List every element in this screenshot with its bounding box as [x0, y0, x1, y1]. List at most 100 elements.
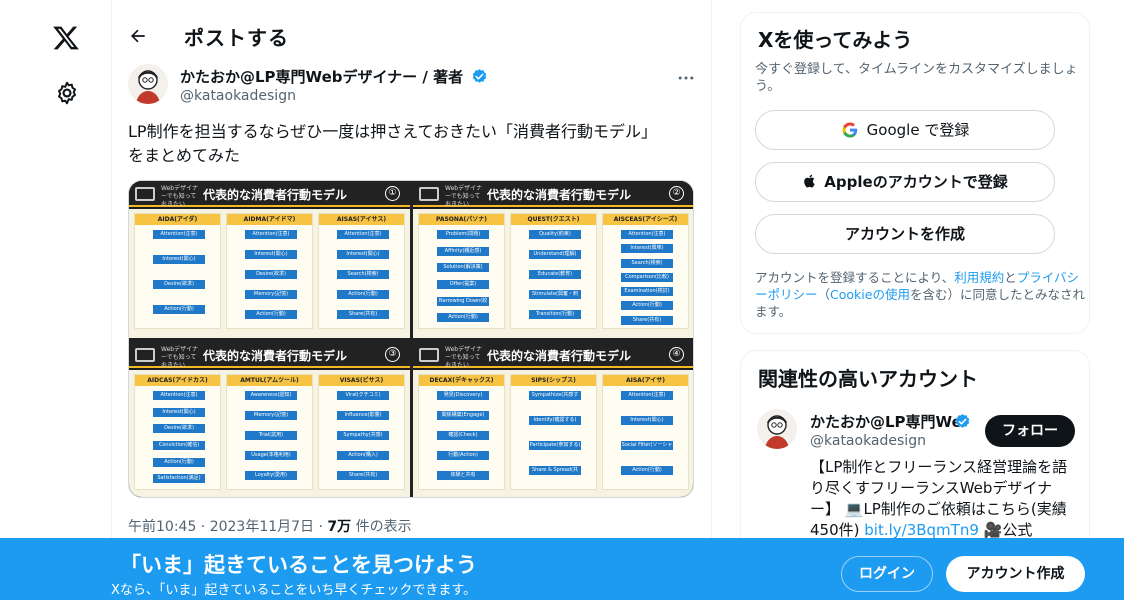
author-avatar[interactable]: [128, 64, 168, 104]
model-column: PASONA(パソナ) Problem(問題) Affinity(親近感) Solut…: [418, 213, 505, 329]
page-header: ポストする: [112, 0, 712, 72]
post-views-count: 7万: [327, 519, 352, 535]
apple-signup-button[interactable]: Appleのアカウントで登録: [755, 162, 1055, 202]
related-account-avatar[interactable]: [757, 409, 797, 449]
panel-body: DECAX(デキャックス) 発見(Discovery) 関係構築(Engage) 確認…: [413, 370, 693, 497]
model-step: Memory(記憶): [245, 411, 297, 420]
banner-subline: Xなら、「いま」起きていることをいち早くチェックできます。: [111, 583, 477, 598]
media-image-panel[interactable]: Webデザイナーでも知っておきたい 代表的な消費者行動モデル ④ DECAX(デキャッ…: [413, 342, 693, 497]
panel-title: 代表的な消費者行動モデル: [487, 349, 632, 363]
panel-header: Webデザイナーでも知っておきたい 代表的な消費者行動モデル ④: [413, 342, 693, 369]
model-step: Participate(参加する): [529, 441, 581, 450]
banner-headline: 「いま」起きていることを見つけよう: [120, 553, 477, 577]
google-signup-button[interactable]: Google で登録: [755, 110, 1055, 150]
panel-body: AIDCAS(アイドカス) Attention(注意) Interest(関心) De…: [129, 370, 410, 497]
author-name[interactable]: かたおか@LP専門Webデザイナー / 著者: [180, 66, 488, 87]
model-column: DECAX(デキャックス) 発見(Discovery) 関係構築(Engage) 確認…: [418, 374, 505, 490]
legal-prefix: アカウントを登録することにより、: [755, 270, 955, 285]
model-step: Interest(関心): [153, 255, 205, 264]
model-step: Interest(関心): [621, 416, 673, 425]
model-column: VISAS(ビサス) Viral(クチコミ) Influence(影響) Sympat…: [318, 374, 405, 490]
panel-header: Webデザイナーでも知っておきたい 代表的な消費者行動モデル ①: [129, 181, 410, 208]
model-step: 行動(Action): [437, 451, 489, 460]
model-step: Usage(本格利用): [245, 451, 297, 460]
model-step: Attention(注意): [153, 230, 205, 239]
related-account-name[interactable]: かたおか@LP専門Webデザイナー / 著者: [810, 411, 960, 432]
settings-gear-icon[interactable]: [54, 80, 80, 106]
google-signup-label: Google で登録: [866, 121, 970, 139]
model-name: AIDMA(アイドマ): [227, 214, 312, 225]
avatar-illustration: [757, 409, 797, 449]
model-column: AMTUL(アムツール) Awareness(認知) Memory(記憶) Trial…: [226, 374, 313, 490]
model-column: AIDMA(アイドマ) Attention(注意) Interest(関心) Desi…: [226, 213, 313, 329]
model-step: Loyalty(愛用): [245, 471, 297, 480]
model-step: Affinity(親近感): [437, 246, 489, 256]
model-step: Action(行動): [153, 305, 205, 314]
avatar-illustration: [128, 64, 168, 104]
model-step: Action(購入): [337, 451, 389, 460]
panel-number: ③: [385, 347, 400, 362]
panel-number: ①: [385, 186, 400, 201]
media-image-panel[interactable]: Webデザイナーでも知っておきたい 代表的な消費者行動モデル ② PASONA(パソナ…: [413, 181, 693, 338]
model-step: Educate(教育): [529, 270, 581, 279]
model-step: Search(検索): [621, 258, 673, 268]
related-account-handle[interactable]: @kataokadesign: [810, 433, 926, 449]
panel-subtitle: Webデザイナーでも知っておきたい: [161, 185, 198, 208]
panel-body: PASONA(パソナ) Problem(問題) Affinity(親近感) Solut…: [413, 209, 693, 338]
more-options-icon[interactable]: [676, 68, 696, 88]
model-name: VISAS(ビサス): [319, 375, 404, 386]
author-handle[interactable]: @kataokadesign: [180, 88, 296, 104]
signup-card-title: Xを使ってみよう: [758, 28, 913, 52]
panel-title: 代表的な消費者行動モデル: [203, 188, 348, 202]
model-step: Solution(解決策): [437, 263, 489, 273]
signup-button[interactable]: アカウント作成: [946, 556, 1085, 592]
model-column: AIDCAS(アイドカス) Attention(注意) Interest(関心) De…: [134, 374, 221, 490]
cookie-policy-link[interactable]: Cookieの使用: [830, 287, 910, 302]
model-step: Satisfaction(満足): [153, 474, 205, 484]
model-step: Desire(欲求): [245, 270, 297, 279]
login-button[interactable]: ログイン: [841, 556, 933, 592]
model-name: QUEST(クエスト): [511, 214, 596, 225]
panel-title: 代表的な消費者行動モデル: [487, 188, 632, 202]
model-step: Action(行動): [437, 313, 489, 323]
model-step: Desire(欲求): [153, 424, 205, 434]
panel-number: ④: [669, 347, 684, 362]
model-name: AISAS(アイサス): [319, 214, 404, 225]
post-media-grid[interactable]: Webデザイナーでも知っておきたい 代表的な消費者行動モデル ① AIDA(アイダ) A…: [128, 180, 694, 498]
media-image-panel[interactable]: Webデザイナーでも知っておきたい 代表的な消費者行動モデル ① AIDA(アイダ) A…: [129, 181, 410, 338]
model-step: 確認(Check): [437, 431, 489, 440]
model-column: QUEST(クエスト) Quality(約束) Understand(理解) Educ…: [510, 213, 597, 329]
model-step: Attention(注意): [153, 391, 205, 400]
model-step: Interest(関心): [153, 407, 205, 417]
signup-card-description: 今すぐ登録して、タイムラインをカスタマイズしましょう。: [755, 62, 1078, 94]
x-logo-icon[interactable]: [51, 24, 81, 52]
model-step: Awareness(認知): [245, 391, 297, 400]
model-column: AISA(アイサ) Attention(注意) Interest(関心) Social…: [602, 374, 689, 490]
signup-legal-text: アカウントを登録することにより、利用規約とプライバシーポリシー（Cookieの使…: [755, 269, 1085, 320]
model-step: Social Filter(ソーシャルフィルター): [621, 441, 673, 457]
model-step: Conviction(確信): [153, 441, 205, 450]
apple-signup-label: Appleのアカウントで登録: [824, 173, 1008, 191]
model-name: SIPS(シップス): [511, 375, 596, 386]
follow-button[interactable]: フォロー: [985, 415, 1075, 447]
signup-card: Xを使ってみよう 今すぐ登録して、タイムラインをカスタマイズしましょう。 Goo…: [740, 12, 1090, 334]
media-image-panel[interactable]: Webデザイナーでも知っておきたい 代表的な消費者行動モデル ③ AIDCAS(アイド…: [129, 342, 410, 497]
model-step: Offer(提案): [437, 280, 489, 289]
panel-header: Webデザイナーでも知っておきたい 代表的な消費者行動モデル ③: [129, 342, 410, 369]
main-column: ポストする かたおか@LP専門Webデザイナー / 著者 @kataokades…: [112, 0, 712, 600]
model-name: PASONA(パソナ): [419, 214, 504, 225]
bio-link[interactable]: bit.ly/3BqmTn9: [864, 521, 979, 539]
book-icon: [419, 187, 439, 201]
post-timestamp[interactable]: 午前10:45 · 2023年11月7日 ·: [128, 519, 327, 535]
terms-link[interactable]: 利用規約: [954, 270, 1004, 285]
model-name: AMTUL(アムツール): [227, 375, 312, 386]
model-step: Search(検索): [337, 270, 389, 279]
create-account-button[interactable]: アカウントを作成: [755, 214, 1055, 254]
panel-header: Webデザイナーでも知っておきたい 代表的な消費者行動モデル ②: [413, 181, 693, 208]
model-column: SIPS(シップス) Sympathize(共感する) Identify(確認する)…: [510, 374, 597, 490]
model-step: Sympathize(共感する): [529, 391, 581, 407]
author-name-text: かたおか@LP専門Webデザイナー / 著者: [180, 68, 464, 86]
post-meta: 午前10:45 · 2023年11月7日 · 7万 件の表示: [128, 516, 412, 536]
model-step: 関係構築(Engage): [437, 411, 489, 420]
back-arrow-icon[interactable]: [128, 26, 148, 46]
